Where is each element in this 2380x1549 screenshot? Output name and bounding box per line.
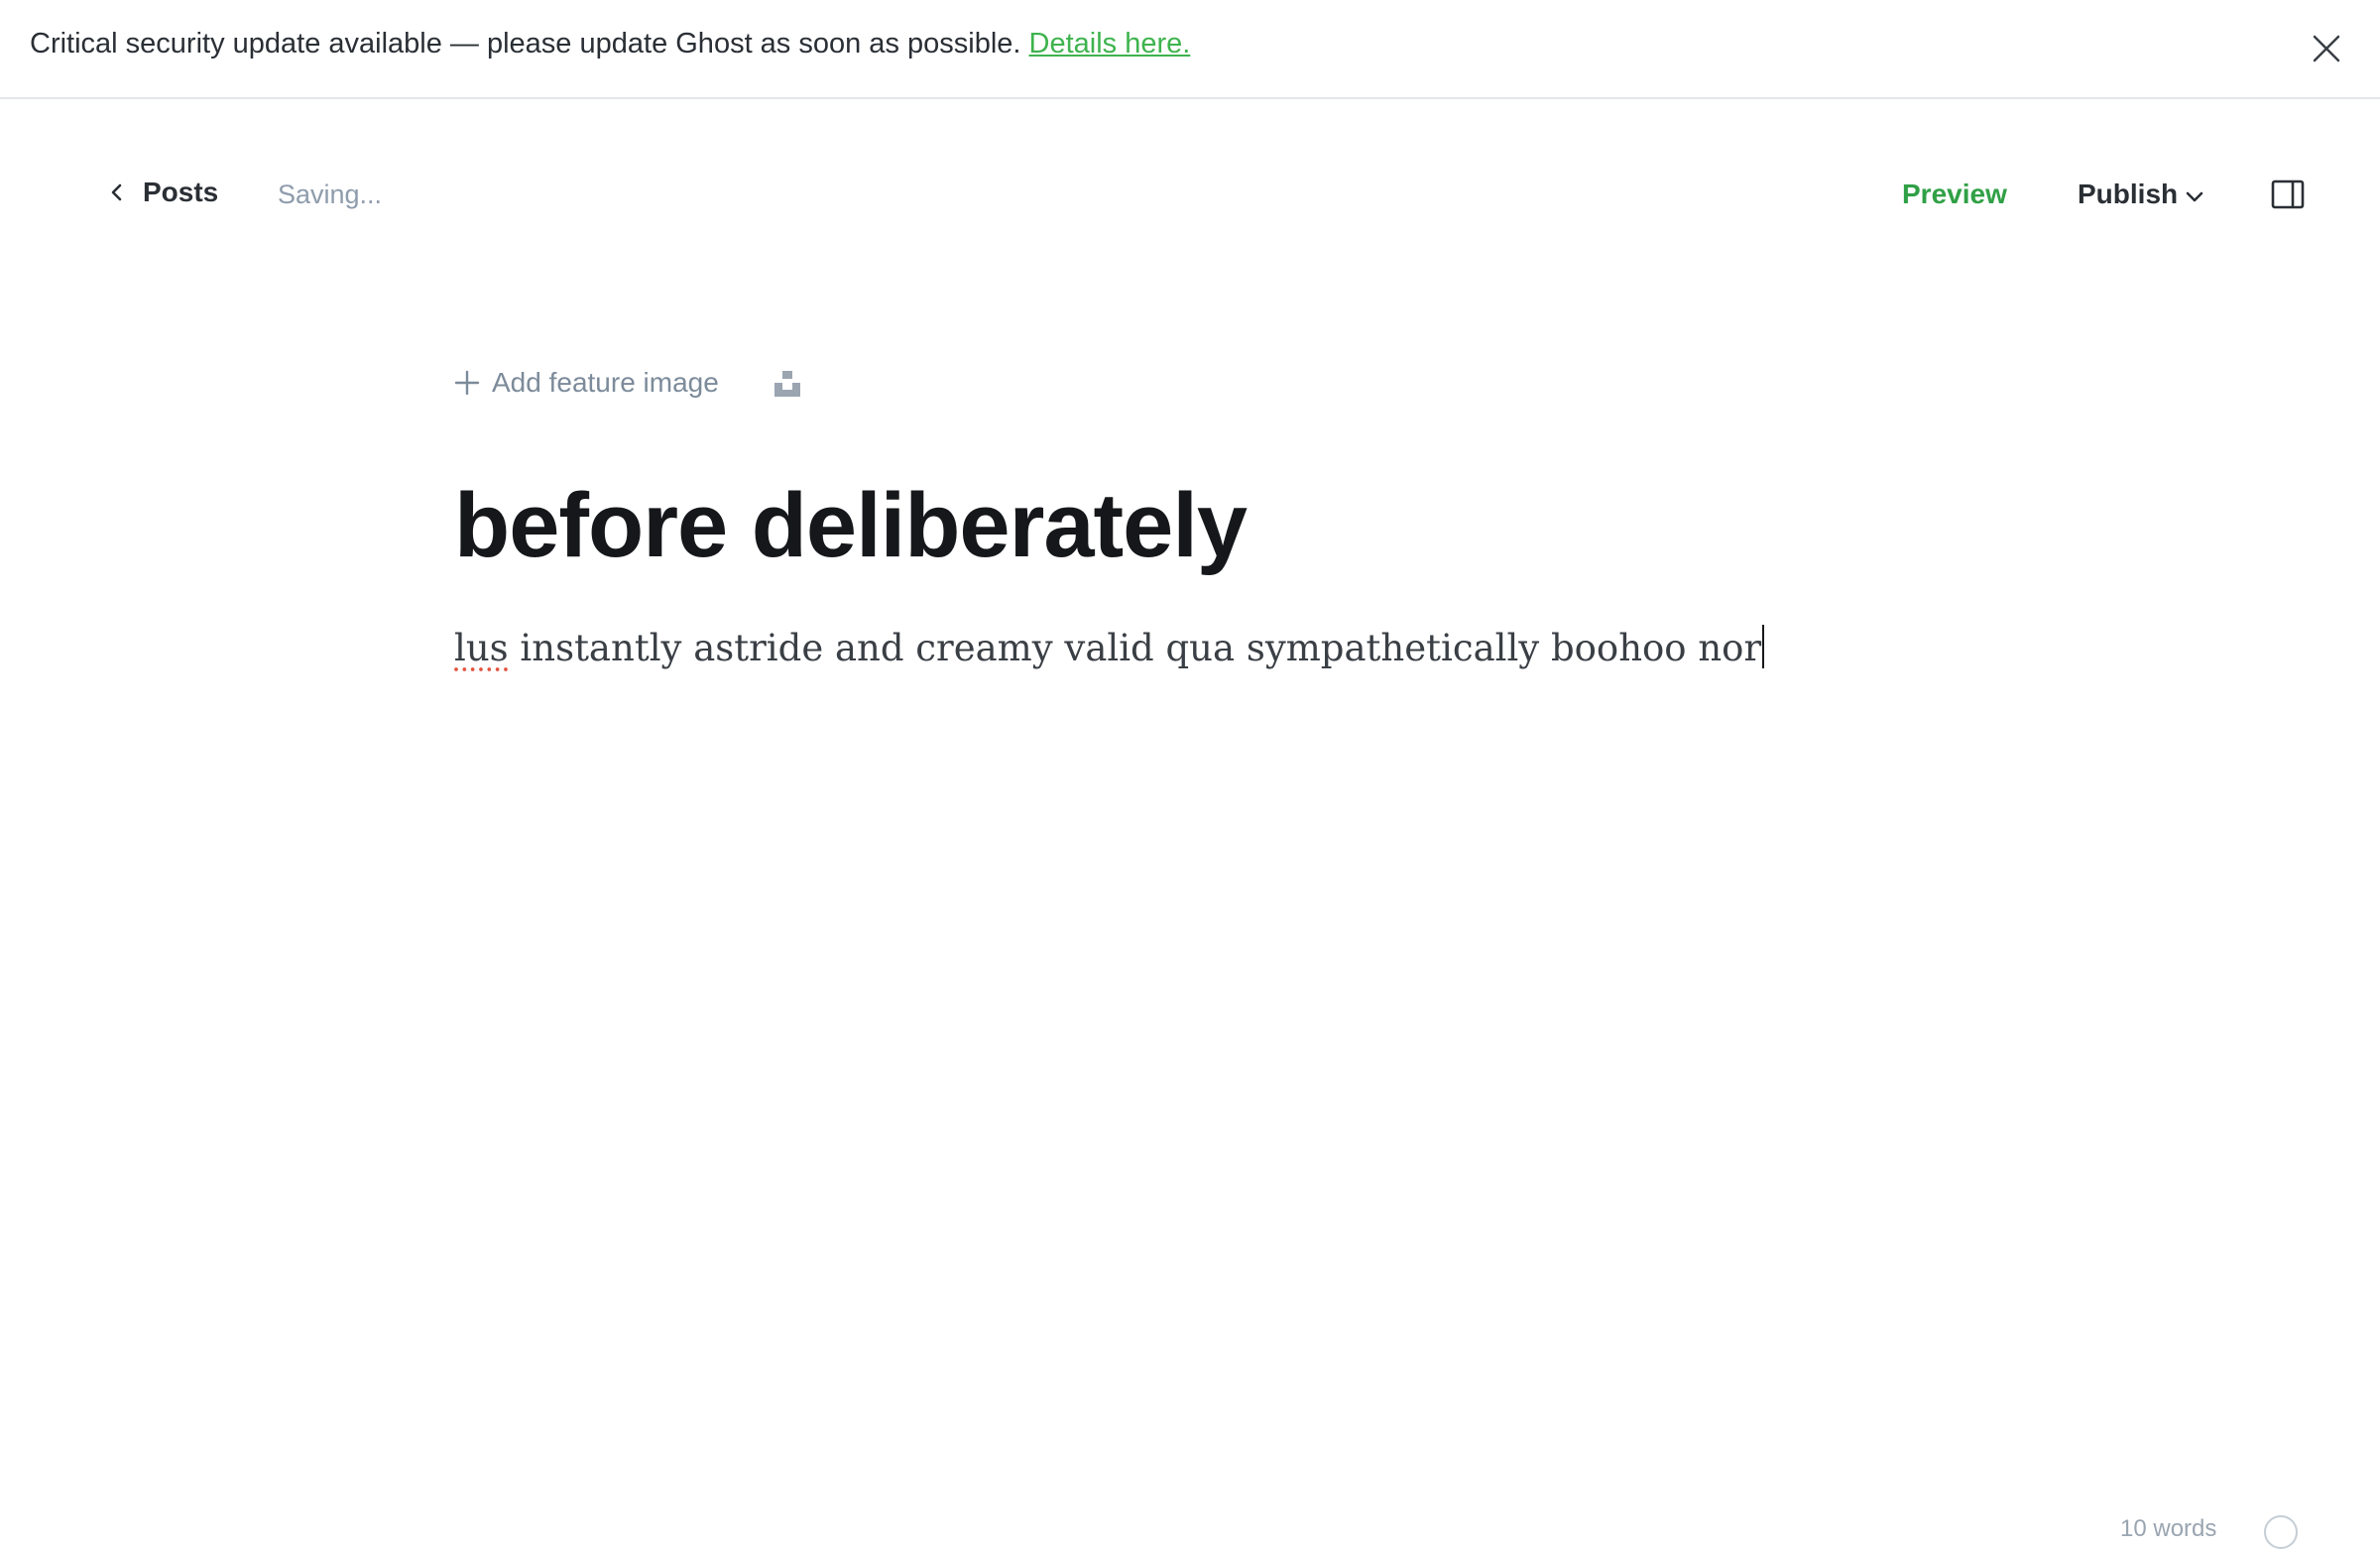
back-label: Posts bbox=[143, 177, 219, 207]
preview-button[interactable]: Preview bbox=[1902, 179, 2007, 210]
add-feature-image-button[interactable]: Add feature image bbox=[454, 367, 719, 399]
sidebar-toggle-icon[interactable] bbox=[2271, 179, 2305, 209]
misspelled-word: lus bbox=[454, 627, 509, 669]
unsplash-icon[interactable] bbox=[773, 369, 802, 399]
word-count: 10 words bbox=[2120, 1515, 2217, 1542]
publish-button[interactable]: Publish bbox=[2078, 179, 2203, 210]
publish-label: Publish bbox=[2078, 179, 2179, 209]
post-title[interactable]: before deliberately bbox=[454, 475, 1248, 576]
banner-message-text: Critical security update available — ple… bbox=[30, 28, 1021, 60]
security-update-banner: Critical security update available — ple… bbox=[0, 0, 2380, 99]
chevron-left-icon bbox=[111, 183, 122, 201]
add-feature-image-label: Add feature image bbox=[492, 367, 719, 398]
back-to-posts-link[interactable]: Posts bbox=[107, 177, 218, 208]
text-cursor bbox=[1762, 625, 1765, 668]
save-status: Saving... bbox=[278, 179, 383, 209]
post-body-editor[interactable]: lus instantly astride and creamy valid q… bbox=[454, 625, 1765, 670]
help-icon[interactable] bbox=[2264, 1515, 2298, 1549]
close-icon[interactable] bbox=[2311, 33, 2342, 64]
banner-message: Critical security update available — ple… bbox=[30, 28, 1190, 60]
chevron-down-icon bbox=[2186, 191, 2203, 202]
post-body-text: instantly astride and creamy valid qua s… bbox=[508, 627, 1762, 669]
banner-details-link[interactable]: Details here. bbox=[1029, 28, 1191, 60]
plus-icon bbox=[454, 370, 480, 396]
